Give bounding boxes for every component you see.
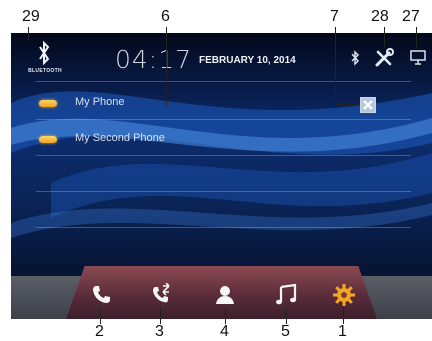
delete-button[interactable] bbox=[360, 97, 376, 113]
device-item-my-second-phone[interactable]: My Second Phone bbox=[39, 131, 339, 149]
connection-indicator-icon bbox=[39, 100, 57, 107]
gear-icon[interactable] bbox=[332, 283, 356, 307]
callout-5: 5 bbox=[281, 323, 290, 340]
device-item-my-phone[interactable]: My Phone bbox=[39, 95, 339, 113]
connection-indicator-icon bbox=[39, 136, 57, 143]
device-label: My Phone bbox=[75, 96, 125, 108]
status-bar: BLUETOOTH 04:17 FEBRUARY 10, 2014 bbox=[11, 33, 432, 81]
tools-icon[interactable] bbox=[374, 48, 394, 68]
callout-29: 29 bbox=[22, 8, 40, 25]
callout-line bbox=[225, 307, 226, 324]
divider bbox=[36, 119, 411, 120]
close-icon bbox=[363, 100, 373, 110]
callout-line bbox=[343, 307, 344, 324]
bluetooth-button[interactable]: BLUETOOTH bbox=[25, 38, 65, 78]
divider bbox=[36, 81, 411, 82]
callout-6: 6 bbox=[161, 8, 170, 25]
monitor-icon[interactable] bbox=[410, 50, 426, 66]
callout-line bbox=[286, 307, 287, 324]
callout-line bbox=[28, 27, 29, 41]
callout-3: 3 bbox=[155, 323, 164, 340]
bottom-dock bbox=[11, 266, 432, 319]
callout-2: 2 bbox=[95, 323, 104, 340]
callout-line bbox=[160, 307, 161, 324]
callout-line bbox=[100, 307, 101, 324]
callout-7: 7 bbox=[330, 8, 339, 25]
divider bbox=[36, 155, 411, 156]
call-log-icon[interactable] bbox=[149, 283, 173, 307]
infotainment-screen: BLUETOOTH 04:17 FEBRUARY 10, 2014 My Pho… bbox=[11, 33, 432, 319]
callout-line bbox=[335, 27, 336, 105]
bluetooth-icon bbox=[39, 40, 50, 66]
clock: 04:17 bbox=[115, 45, 193, 74]
callout-4: 4 bbox=[220, 323, 229, 340]
bluetooth-label: BLUETOOTH bbox=[28, 68, 62, 74]
callout-line bbox=[166, 27, 167, 107]
divider bbox=[36, 191, 411, 192]
callout-28: 28 bbox=[371, 8, 389, 25]
callout-line bbox=[416, 27, 417, 49]
contact-icon[interactable] bbox=[213, 283, 237, 307]
music-note-icon[interactable] bbox=[275, 283, 299, 307]
device-label: My Second Phone bbox=[75, 132, 165, 144]
divider bbox=[36, 227, 411, 228]
callout-1: 1 bbox=[338, 323, 347, 340]
date: FEBRUARY 10, 2014 bbox=[199, 55, 296, 66]
phone-icon[interactable] bbox=[89, 283, 113, 307]
callout-line bbox=[335, 104, 359, 105]
callout-27: 27 bbox=[402, 8, 420, 25]
bluetooth-icon bbox=[351, 50, 360, 66]
callout-line bbox=[384, 27, 385, 47]
